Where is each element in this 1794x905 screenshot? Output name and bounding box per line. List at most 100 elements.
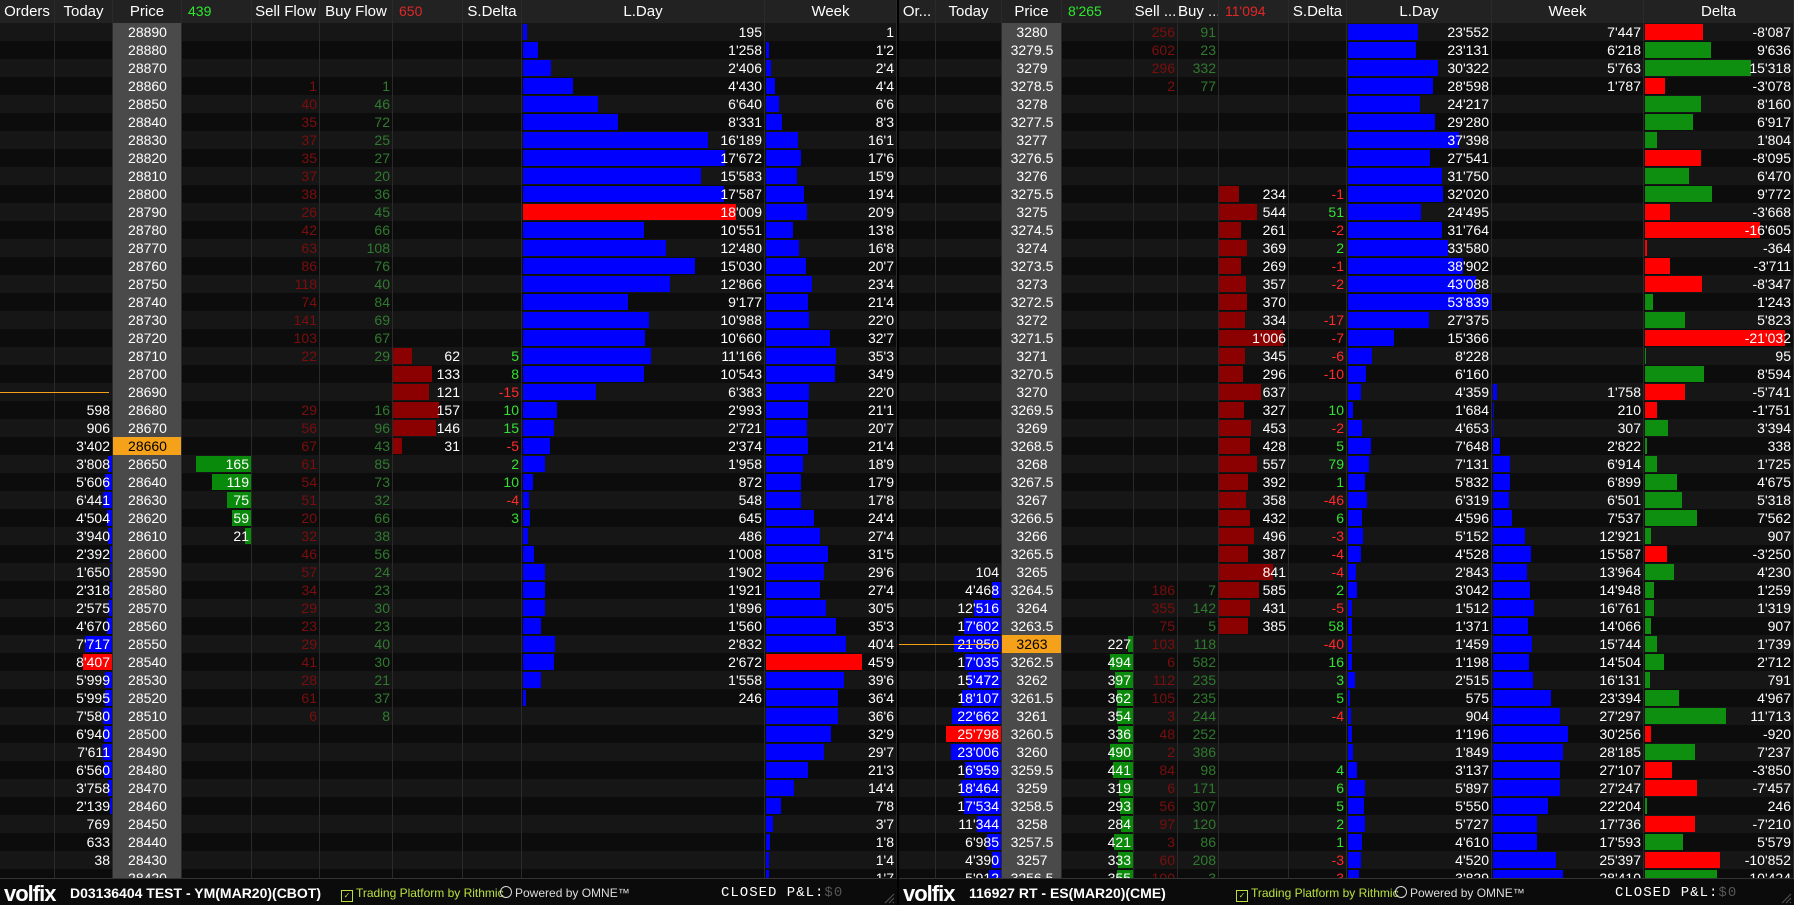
price-cell[interactable]: 3280	[1002, 23, 1062, 41]
orders-cell[interactable]: 769	[55, 815, 113, 833]
price-cell[interactable]: 28630	[113, 491, 182, 509]
orders-cell[interactable]: 4'670	[55, 617, 113, 635]
header-t[interactable]: Or...	[899, 0, 936, 23]
price-cell[interactable]: 3274.5	[1002, 221, 1062, 239]
price-cell[interactable]: 3268	[1002, 455, 1062, 473]
orders-cell[interactable]: 906	[55, 419, 113, 437]
orders-cell[interactable]: 17'534	[936, 797, 1002, 815]
orders-cell[interactable]: 17'602	[936, 617, 1002, 635]
price-cell[interactable]: 3272	[1002, 311, 1062, 329]
orders-cell[interactable]: 6'441	[55, 491, 113, 509]
price-cell[interactable]: 28600	[113, 545, 182, 563]
price-cell[interactable]: 28760	[113, 257, 182, 275]
price-cell[interactable]: 3261	[1002, 707, 1062, 725]
price-cell[interactable]: 28480	[113, 761, 182, 779]
sell-volume-total[interactable]: 11'094	[1219, 0, 1289, 23]
price-cell[interactable]: 28440	[113, 833, 182, 851]
ladder-row[interactable]: 5'999 28530 28 21 1'558 39'6	[0, 671, 897, 689]
price-cell[interactable]: 28530	[113, 671, 182, 689]
price-cell[interactable]: 28750	[113, 275, 182, 293]
price-cell[interactable]: 3276.5	[1002, 149, 1062, 167]
orders-cell[interactable]: 5'999	[55, 671, 113, 689]
ladder-row[interactable]: 6'940 28500 32'9	[0, 725, 897, 743]
orders-cell[interactable]: 3'758	[55, 779, 113, 797]
price-cell[interactable]: 3257	[1002, 851, 1062, 869]
price-cell[interactable]: 28740	[113, 293, 182, 311]
ladder-row[interactable]: 4'504 28620 59 20 66 3 645 24'4	[0, 509, 897, 527]
price-cell[interactable]: 28730	[113, 311, 182, 329]
ladder-row[interactable]: 8'407 28540 41 30 2'672 45'9	[0, 653, 897, 671]
header-sf[interactable]: Sell Flow	[252, 0, 320, 23]
ladder-row[interactable]: 28890 195 1	[0, 23, 897, 41]
price-cell[interactable]: 3278.5	[1002, 77, 1062, 95]
price-cell[interactable]: 28490	[113, 743, 182, 761]
price-cell[interactable]: 3269	[1002, 419, 1062, 437]
price-cell[interactable]: 3262	[1002, 671, 1062, 689]
price-cell[interactable]: 28720	[113, 329, 182, 347]
price-cell[interactable]: 3263.5	[1002, 617, 1062, 635]
buy-volume-total[interactable]: 439	[182, 0, 252, 23]
price-cell[interactable]: 3266.5	[1002, 509, 1062, 527]
orders-cell[interactable]: 15'472	[936, 671, 1002, 689]
orders-cell[interactable]: 16'959	[936, 761, 1002, 779]
header-ld[interactable]: L.Day	[522, 0, 765, 23]
ladder-row[interactable]: 6'441 28630 75 51 32 -4 548 17'8	[0, 491, 897, 509]
ladder-row[interactable]: 28770 63 108 12'480 16'8	[0, 239, 897, 257]
price-cell[interactable]: 3262.5	[1002, 653, 1062, 671]
ladder-row[interactable]: 28750 118 40 12'866 23'4	[0, 275, 897, 293]
orders-cell[interactable]: 2'392	[55, 545, 113, 563]
price-cell[interactable]: 28570	[113, 599, 182, 617]
price-cell[interactable]: 3265.5	[1002, 545, 1062, 563]
price-cell[interactable]: 3271	[1002, 347, 1062, 365]
orders-cell[interactable]: 6'985	[936, 833, 1002, 851]
ladder-row[interactable]: 2'392 28600 46 56 1'008 31'5	[0, 545, 897, 563]
ladder-row[interactable]: 28860 1 1 4'430 4'4	[0, 77, 897, 95]
price-cell[interactable]: 28510	[113, 707, 182, 725]
orders-cell[interactable]: 3'402	[55, 437, 113, 455]
ladder-row[interactable]: 28830 37 25 16'189 16'1	[0, 131, 897, 149]
price-cell[interactable]: 3258.5	[1002, 797, 1062, 815]
ladder-row[interactable]: 28720 103 67 10'660 32'7	[0, 329, 897, 347]
ladder-row[interactable]: 5'995 28520 61 37 246 36'4	[0, 689, 897, 707]
price-cell[interactable]: 28610	[113, 527, 182, 545]
orders-cell[interactable]: 598	[55, 401, 113, 419]
ladder-row[interactable]: 3'940 28610 21 32 38 486 27'4	[0, 527, 897, 545]
orders-cell[interactable]: 22'662	[936, 707, 1002, 725]
orders-cell[interactable]: 104	[936, 563, 1002, 581]
orders-cell[interactable]: 23'006	[936, 743, 1002, 761]
header-bf[interactable]: Buy Flow	[320, 0, 393, 23]
orders-cell[interactable]: 4'504	[55, 509, 113, 527]
ladder-row[interactable]: 2'139 28460 7'8	[0, 797, 897, 815]
ladder-row[interactable]: 28730 141 69 10'988 22'0	[0, 311, 897, 329]
price-cell[interactable]: 3267	[1002, 491, 1062, 509]
price-cell[interactable]: 28770	[113, 239, 182, 257]
price-cell[interactable]: 3277	[1002, 131, 1062, 149]
price-cell[interactable]: 3260.5	[1002, 725, 1062, 743]
header-o[interactable]: Today	[936, 0, 1002, 23]
price-cell[interactable]: 3277.5	[1002, 113, 1062, 131]
ladder-row[interactable]: 28760 86 76 15'030 20'7	[0, 257, 897, 275]
price-cell[interactable]: 3273	[1002, 275, 1062, 293]
price-cell[interactable]: 28780	[113, 221, 182, 239]
price-cell[interactable]: 28620	[113, 509, 182, 527]
price-cell[interactable]: 3264.5	[1002, 581, 1062, 599]
ladder-row[interactable]: 633 28440 1'8	[0, 833, 897, 851]
price-cell[interactable]: 3257.5	[1002, 833, 1062, 851]
ladder-row[interactable]: 38 28430 1'4	[0, 851, 897, 869]
ladder-row[interactable]: 28850 40 46 6'640 6'6	[0, 95, 897, 113]
price-cell[interactable]: 28880	[113, 41, 182, 59]
ladder-row[interactable]: 28880 1'258 1'2	[0, 41, 897, 59]
price-cell[interactable]: 3279.5	[1002, 41, 1062, 59]
orders-cell[interactable]: 633	[55, 833, 113, 851]
price-cell[interactable]: 3271.5	[1002, 329, 1062, 347]
orders-cell[interactable]: 7'580	[55, 707, 113, 725]
price-cell[interactable]: 3259	[1002, 779, 1062, 797]
orders-cell[interactable]: 4'468	[936, 581, 1002, 599]
ladder-row[interactable]: 28810 37 20 15'583 15'9	[0, 167, 897, 185]
rithmic-link[interactable]: ✓ Trading Platform by Rithmic	[1236, 886, 1399, 902]
ladder-row[interactable]: 28710 22 29 62 5 11'166 35'3	[0, 347, 897, 365]
ladder-row[interactable]: 28790 26 45 18'009 20'9	[0, 203, 897, 221]
orders-cell[interactable]: 17'035	[936, 653, 1002, 671]
header-ld[interactable]: L.Day	[1347, 0, 1492, 23]
ladder-row[interactable]: 28800 38 36 17'587 19'4	[0, 185, 897, 203]
